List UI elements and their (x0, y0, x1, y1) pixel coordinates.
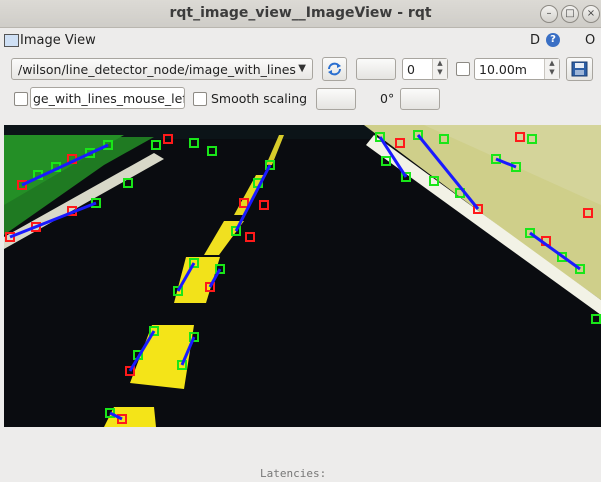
topic-combobox-value: /wilson/line_detector_node/image_with_li… (18, 62, 296, 77)
smooth-scaling-label: Smooth scaling (211, 91, 308, 106)
topic-combobox[interactable]: /wilson/line_detector_node/image_with_li… (11, 58, 313, 80)
window-title: rqt_image_view__ImageView - rqt (169, 5, 432, 21)
plugin-close-button[interactable]: O (585, 33, 595, 48)
plugin-header: Image View D ? O (0, 28, 601, 52)
range-checkbox[interactable] (456, 62, 470, 76)
save-icon (571, 61, 588, 77)
spinbox-arrows-icon[interactable]: ▲ ▼ (432, 59, 447, 79)
refresh-icon (328, 62, 341, 76)
maximize-button[interactable]: □ (561, 5, 579, 23)
plugin-title: Image View (20, 33, 96, 48)
refresh-button[interactable] (322, 57, 347, 81)
rotation-label: 0° (380, 91, 395, 106)
help-icon[interactable]: ? (546, 33, 560, 47)
background-terminal-text: Latencies: (252, 467, 601, 482)
rotate-right-button[interactable] (400, 88, 440, 110)
terminal-partial-text: Latencies: (260, 467, 327, 480)
mouse-topic-input[interactable]: ge_with_lines_mouse_left (30, 87, 185, 109)
dock-d-button[interactable]: D (530, 33, 540, 48)
minimize-button[interactable]: – (540, 5, 558, 23)
chevron-down-icon: ▼ (298, 63, 306, 74)
save-button[interactable] (566, 57, 593, 81)
mouse-topic-value: ge_with_lines_mouse_left (33, 91, 185, 106)
image-view-icon (4, 34, 19, 47)
close-button[interactable]: × (582, 5, 600, 23)
mouse-publish-checkbox[interactable] (14, 92, 28, 106)
max-range-arrows-icon[interactable]: ▲ ▼ (544, 59, 559, 79)
toolbar-row-2: ge_with_lines_mouse_left Smooth scaling … (0, 86, 601, 112)
rqt-window: rqt_image_view__ImageView - rqt – □ × Im… (0, 0, 601, 482)
blank-button-1[interactable] (356, 58, 396, 80)
rotate-left-button[interactable] (316, 88, 356, 110)
spinbox-value: 0 (407, 62, 415, 77)
smooth-scaling-checkbox[interactable] (193, 92, 207, 106)
title-bar[interactable]: rqt_image_view__ImageView - rqt – □ × (0, 0, 601, 28)
road-image (4, 125, 601, 427)
max-range-value: 10.00m (479, 62, 527, 77)
max-range-spinbox[interactable]: 10.00m ▲ ▼ (474, 58, 560, 80)
toolbar-row-1: /wilson/line_detector_node/image_with_li… (0, 56, 601, 82)
camera-image[interactable] (4, 125, 601, 427)
numeric-spinbox[interactable]: 0 ▲ ▼ (402, 58, 448, 80)
